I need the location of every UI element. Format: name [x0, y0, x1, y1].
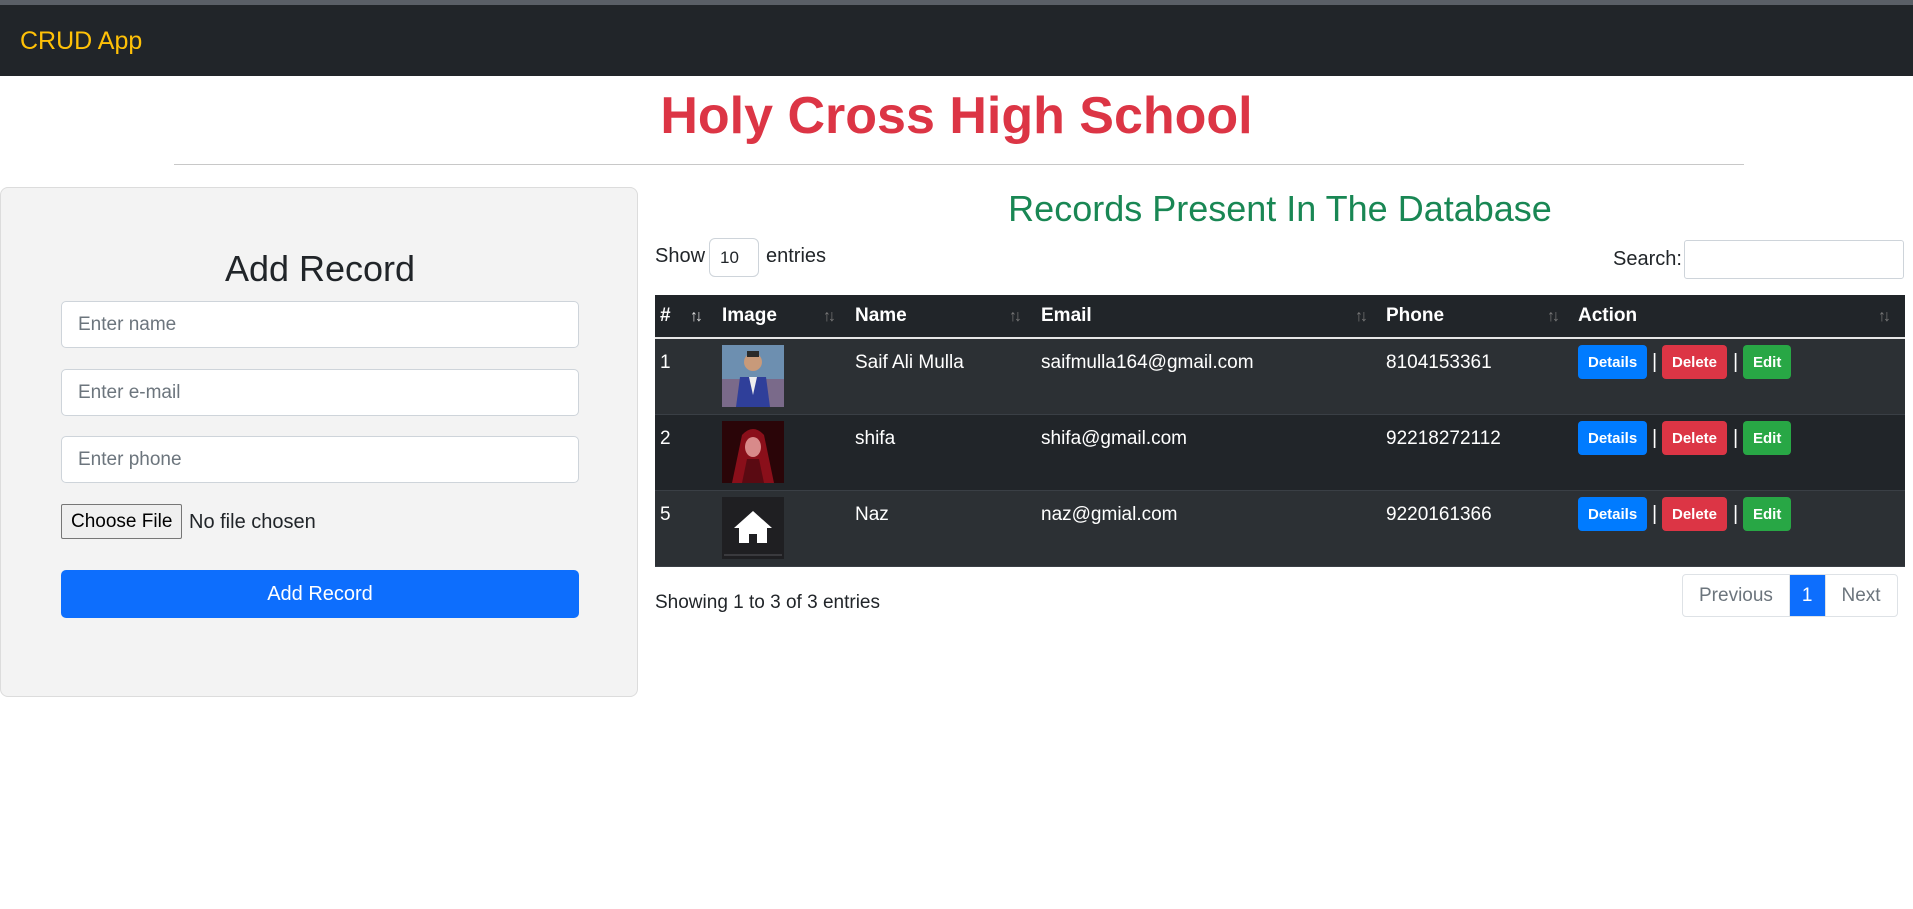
divider — [174, 164, 1744, 165]
delete-button[interactable]: Delete — [1662, 345, 1728, 379]
row-name: shifa — [855, 428, 896, 449]
col-header-email[interactable]: Email — [1041, 305, 1092, 327]
details-button[interactable]: Details — [1578, 421, 1648, 455]
choose-file-button[interactable]: Choose File — [61, 504, 183, 539]
edit-button[interactable]: Edit — [1743, 421, 1792, 455]
search-label: Search: — [1613, 248, 1682, 270]
delete-button[interactable]: Delete — [1662, 497, 1728, 531]
delete-button[interactable]: Delete — [1662, 421, 1728, 455]
details-button[interactable]: Details — [1578, 497, 1648, 531]
row-phone: 92218272112 — [1386, 428, 1501, 449]
row-email: saifmulla164@gmail.com — [1041, 352, 1254, 373]
action-separator: | — [1652, 427, 1658, 449]
sort-arrows-icon[interactable]: ↑↓ — [690, 308, 703, 326]
home-icon — [722, 497, 784, 559]
navbar: CRUD App — [0, 5, 1913, 76]
table-row: 1 Saif Ali Mulla saifmulla164@gmail.com … — [655, 339, 1905, 415]
avatar-photo — [722, 421, 784, 483]
action-separator: | — [1652, 503, 1658, 525]
search-input[interactable] — [1684, 240, 1904, 279]
table-row: 2 shifa shifa@gmail.com 92218272112 Deta… — [655, 415, 1905, 491]
add-record-button[interactable]: Add Record — [61, 570, 579, 618]
show-label: Show — [655, 245, 706, 267]
table-header: # ↑↓ Image ↑↓ Name ↑↓ Email ↑↓ Phone ↑↓ … — [655, 295, 1905, 339]
row-phone: 8104153361 — [1386, 352, 1492, 373]
sort-arrows-icon[interactable]: ↑↓ — [1355, 308, 1368, 326]
sort-arrows-icon[interactable]: ↑↓ — [1009, 308, 1022, 326]
action-separator: | — [1733, 427, 1739, 449]
row-id: 5 — [660, 504, 671, 525]
action-separator: | — [1733, 351, 1739, 373]
table-row: 5 Naz naz@gmial.com 9220161366 Details |… — [655, 491, 1905, 567]
form-title: Add Record — [224, 248, 416, 289]
page-1-button[interactable]: 1 — [1788, 575, 1825, 616]
edit-button[interactable]: Edit — [1743, 345, 1792, 379]
name-input[interactable] — [61, 301, 579, 348]
records-title: Records Present In The Database — [1008, 188, 1552, 229]
action-separator: | — [1652, 351, 1658, 373]
next-page-button[interactable]: Next — [1824, 575, 1897, 616]
action-separator: | — [1733, 503, 1739, 525]
entries-length-select[interactable]: 10 — [709, 238, 759, 277]
col-header-phone[interactable]: Phone — [1386, 305, 1444, 327]
phone-input[interactable] — [61, 436, 579, 483]
avatar-photo — [722, 345, 784, 407]
details-button[interactable]: Details — [1578, 345, 1648, 379]
col-header-number[interactable]: # — [660, 305, 671, 327]
previous-page-button[interactable]: Previous — [1683, 575, 1789, 616]
entries-length-value: 10 — [720, 248, 739, 267]
col-header-name[interactable]: Name — [855, 305, 907, 327]
table-info: Showing 1 to 3 of 3 entries — [655, 592, 880, 613]
sort-arrows-icon[interactable]: ↑↓ — [823, 308, 836, 326]
row-name: Saif Ali Mulla — [855, 352, 964, 373]
email-input[interactable] — [61, 369, 579, 416]
file-status: No file chosen — [189, 511, 316, 533]
row-email: naz@gmial.com — [1041, 504, 1178, 525]
row-email: shifa@gmail.com — [1041, 428, 1187, 449]
edit-button[interactable]: Edit — [1743, 497, 1792, 531]
col-header-action[interactable]: Action — [1578, 305, 1637, 327]
sort-arrows-icon[interactable]: ↑↓ — [1878, 308, 1891, 326]
col-header-image[interactable]: Image — [722, 305, 777, 327]
row-id: 1 — [660, 352, 671, 373]
row-id: 2 — [660, 428, 671, 449]
page-title: Holy Cross High School — [660, 87, 1253, 145]
entries-label: entries — [766, 245, 827, 267]
pagination: Previous 1 Next — [1682, 574, 1898, 617]
add-record-card: Add Record Choose File No file chosen Ad… — [0, 187, 638, 697]
navbar-brand[interactable]: CRUD App — [20, 27, 142, 56]
row-name: Naz — [855, 504, 889, 525]
sort-arrows-icon[interactable]: ↑↓ — [1547, 308, 1560, 326]
records-table: # ↑↓ Image ↑↓ Name ↑↓ Email ↑↓ Phone ↑↓ … — [655, 295, 1905, 567]
row-phone: 9220161366 — [1386, 504, 1492, 525]
